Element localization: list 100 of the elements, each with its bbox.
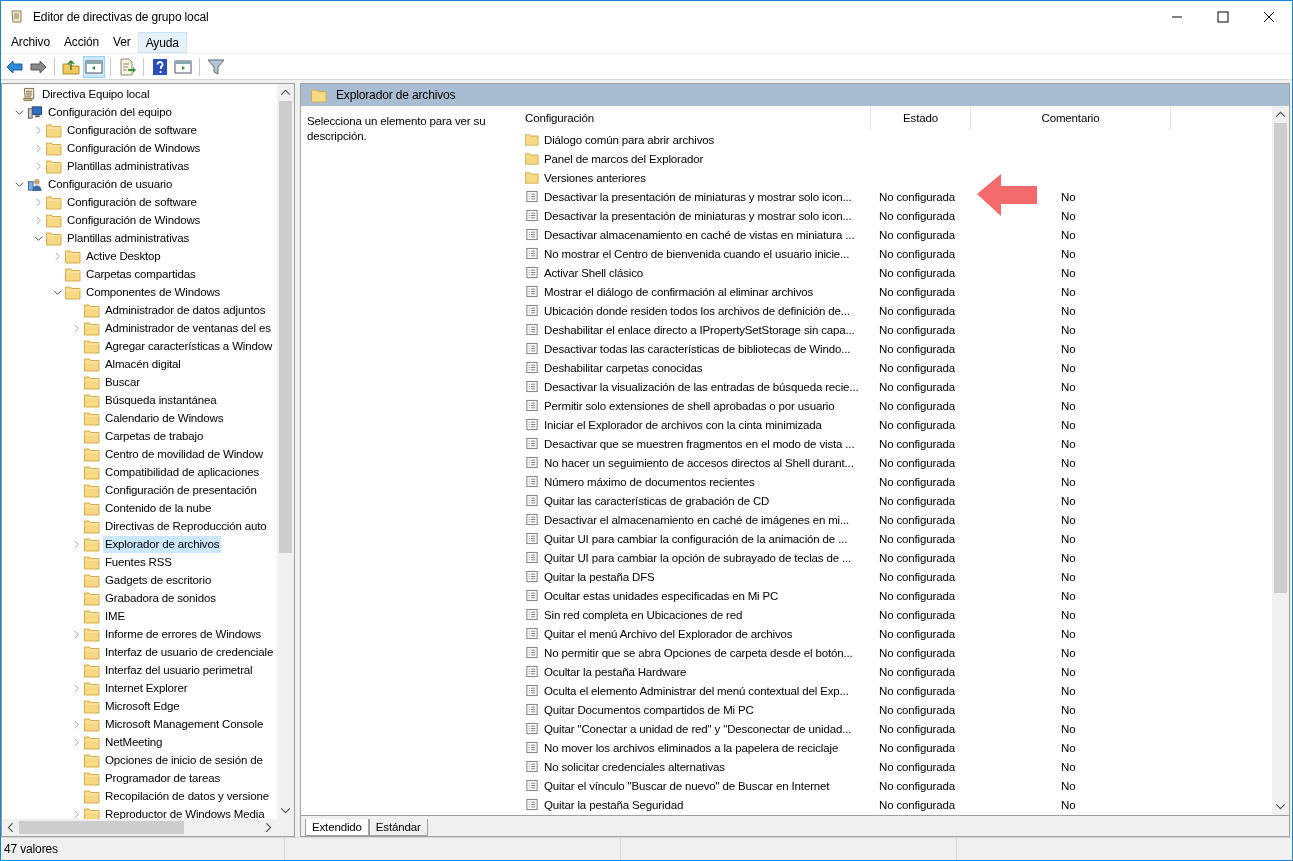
setting-name[interactable]: No mostrar el Centro de bienvenida cuando el usuario inicie... [544,247,850,260]
column-header[interactable]: Comentario [971,106,1171,130]
tree-item[interactable]: IME [103,607,127,625]
tree-item[interactable]: Opciones de inicio de sesión de [103,751,265,769]
view-tab[interactable]: Estándar [368,819,428,836]
setting-name[interactable]: Mostrar el diálogo de confirmación al eliminar archivos [544,285,814,298]
tree-item[interactable]: Búsqueda instantánea [103,391,219,409]
tree-item[interactable]: Directivas de Reproducción auto [103,517,269,535]
tree-item[interactable]: Directiva Equipo local [40,85,152,103]
tree-item[interactable]: Configuración de Windows [65,211,203,229]
collapse-chevron-icon[interactable] [53,287,62,297]
expand-chevron-icon[interactable] [72,539,81,549]
tree-item[interactable]: Interfaz del usuario perimetral [103,661,255,679]
setting-name[interactable]: Ocultar la pestaña Hardware [544,665,687,678]
setting-name[interactable]: Deshabilitar carpetas conocidas [544,361,703,374]
expand-chevron-icon[interactable] [72,323,81,333]
tree-item[interactable]: Microsoft Edge [103,697,182,715]
menu-item[interactable]: Ayuda [137,32,187,53]
tree-item[interactable]: Reproductor de Windows Media [103,805,267,819]
expand-chevron-icon[interactable] [72,737,81,747]
setting-name[interactable]: Quitar Documentos compartidos de Mi PC [544,703,754,716]
setting-name[interactable]: Iniciar el Explorador de archivos con la cinta minimizada [544,418,822,431]
view-tab[interactable]: Extendido [305,819,369,836]
collapse-chevron-icon[interactable] [15,107,24,117]
setting-name[interactable]: Desactivar la presentación de miniaturas y mostrar solo icon... [544,190,852,203]
setting-name[interactable]: Oculta el elemento Administrar del menú contextual del Exp... [544,684,849,697]
setting-name[interactable]: Diálogo común para abrir archivos [544,133,715,146]
expand-chevron-icon[interactable] [53,251,62,261]
setting-name[interactable]: Desactivar que se muestren fragmentos en el modo de vista ... [544,437,855,450]
setting-name[interactable]: Quitar UI para cambiar la opción de subrayado de teclas de ... [544,551,852,564]
tree-item[interactable]: Programador de tareas [103,769,223,787]
setting-name[interactable]: Quitar UI para cambiar la configuración de la animación de ... [544,532,848,545]
tree-item[interactable]: Active Desktop [84,247,163,265]
tree-item[interactable]: Microsoft Management Console [103,715,266,733]
tree-item[interactable]: Administrador de ventanas del es [103,319,273,337]
setting-name[interactable]: Quitar las características de grabación de CD [544,494,770,507]
scrollbar-thumb[interactable] [279,101,292,553]
setting-name[interactable]: No hacer un seguimiento de accesos directos al Shell durant... [544,456,854,469]
menu-item[interactable]: Acción [56,32,107,53]
setting-name[interactable]: Quitar la pestaña DFS [544,570,655,583]
tree-item[interactable]: Internet Explorer [103,679,190,697]
tree-item[interactable]: Contenido de la nube [103,499,214,517]
tree-item[interactable]: Configuración de software [65,121,199,139]
collapse-chevron-icon[interactable] [15,179,24,189]
tree-item[interactable]: Gadgets de escritorio [103,571,214,589]
tree-item[interactable]: Compatibilidad de aplicaciones [103,463,262,481]
expand-chevron-icon[interactable] [34,197,43,207]
setting-name[interactable]: Número máximo de documentos recientes [544,475,755,488]
setting-name[interactable]: Desactivar almacenamiento en caché de vistas en miniatura ... [544,228,855,241]
setting-name[interactable]: Deshabilitar el enlace directo a IPropertySetStorage sin capa... [544,323,855,336]
tree-item[interactable]: Carpetas de trabajo [103,427,206,445]
expand-chevron-icon[interactable] [34,143,43,153]
tree-item[interactable]: Buscar [103,373,142,391]
scrollbar-thumb[interactable] [1274,123,1287,593]
menu-item[interactable]: Archivo [4,32,57,53]
tree-item[interactable]: Fuentes RSS [103,553,174,571]
tree-item[interactable]: Plantillas administrativas [65,157,191,175]
tree-item[interactable]: Plantillas administrativas [65,229,191,247]
tree-item[interactable]: Calendario de Windows [103,409,226,427]
setting-name[interactable]: Desactivar todas las características de bibliotecas de Windo... [544,342,851,355]
setting-name[interactable]: Sin red completa en Ubicaciones de red [544,608,743,621]
tree-item[interactable]: Informe de errores de Windows [103,625,264,643]
setting-name[interactable]: Quitar el menú Archivo del Explorador de archivos [544,627,793,640]
expand-chevron-icon[interactable] [72,629,81,639]
setting-name[interactable]: Desactivar la presentación de miniaturas y mostrar solo icon... [544,209,852,222]
tree-item[interactable]: Componentes de Windows [84,283,223,301]
column-header[interactable]: Configuración [509,106,871,130]
expand-chevron-icon[interactable] [72,809,81,819]
menu-item[interactable]: Ver [106,32,138,53]
column-header[interactable]: Estado [871,106,971,130]
tree-item[interactable]: Recopilación de datos y versione [103,787,271,805]
setting-name[interactable]: No solicitar credenciales alternativas [544,760,725,773]
tree-item[interactable]: Grabadora de sonidos [103,589,218,607]
tree-item[interactable]: Carpetas compartidas [84,265,198,283]
tree-item[interactable]: Centro de movilidad de Window [103,445,265,463]
setting-name[interactable]: Ocultar estas unidades especificadas en Mi PC [544,589,779,602]
tree-item[interactable]: Interfaz de usuario de credenciale [103,643,276,661]
tree-item[interactable]: Agregar características a Window [103,337,275,355]
setting-name[interactable]: No mover los archivos eliminados a la papelera de reciclaje [544,741,839,754]
expand-chevron-icon[interactable] [34,161,43,171]
tree-item[interactable]: NetMeeting [103,733,165,751]
tree-item[interactable]: Configuración del equipo [46,103,174,121]
expand-chevron-icon[interactable] [34,215,43,225]
expand-chevron-icon[interactable] [72,683,81,693]
collapse-chevron-icon[interactable] [34,233,43,243]
setting-name[interactable]: Quitar "Conectar a unidad de red" y "Desconectar de unidad... [544,722,852,735]
tree-item[interactable]: Configuración de presentación [103,481,259,499]
setting-name[interactable]: Permitir solo extensiones de shell aprobadas o por usuario [544,399,835,412]
setting-name[interactable]: No permitir que se abra Opciones de carpeta desde el botón... [544,646,853,659]
tree-item[interactable]: Administrador de datos adjuntos [103,301,268,319]
setting-name[interactable]: Desactivar el almacenamiento en caché de imágenes en mi... [544,513,850,526]
tree-item[interactable]: Explorador de archivos [103,535,222,553]
setting-name[interactable]: Quitar la pestaña Seguridad [544,798,684,811]
tree-item[interactable]: Configuración de Windows [65,139,203,157]
tree-item[interactable]: Almacén digital [103,355,183,373]
expand-chevron-icon[interactable] [34,125,43,135]
setting-name[interactable]: Activar Shell clásico [544,266,644,279]
tree-pane-button[interactable] [83,55,105,78]
tree-item[interactable]: Configuración de software [65,193,199,211]
setting-name[interactable]: Panel de marcos del Explorador [544,152,704,165]
